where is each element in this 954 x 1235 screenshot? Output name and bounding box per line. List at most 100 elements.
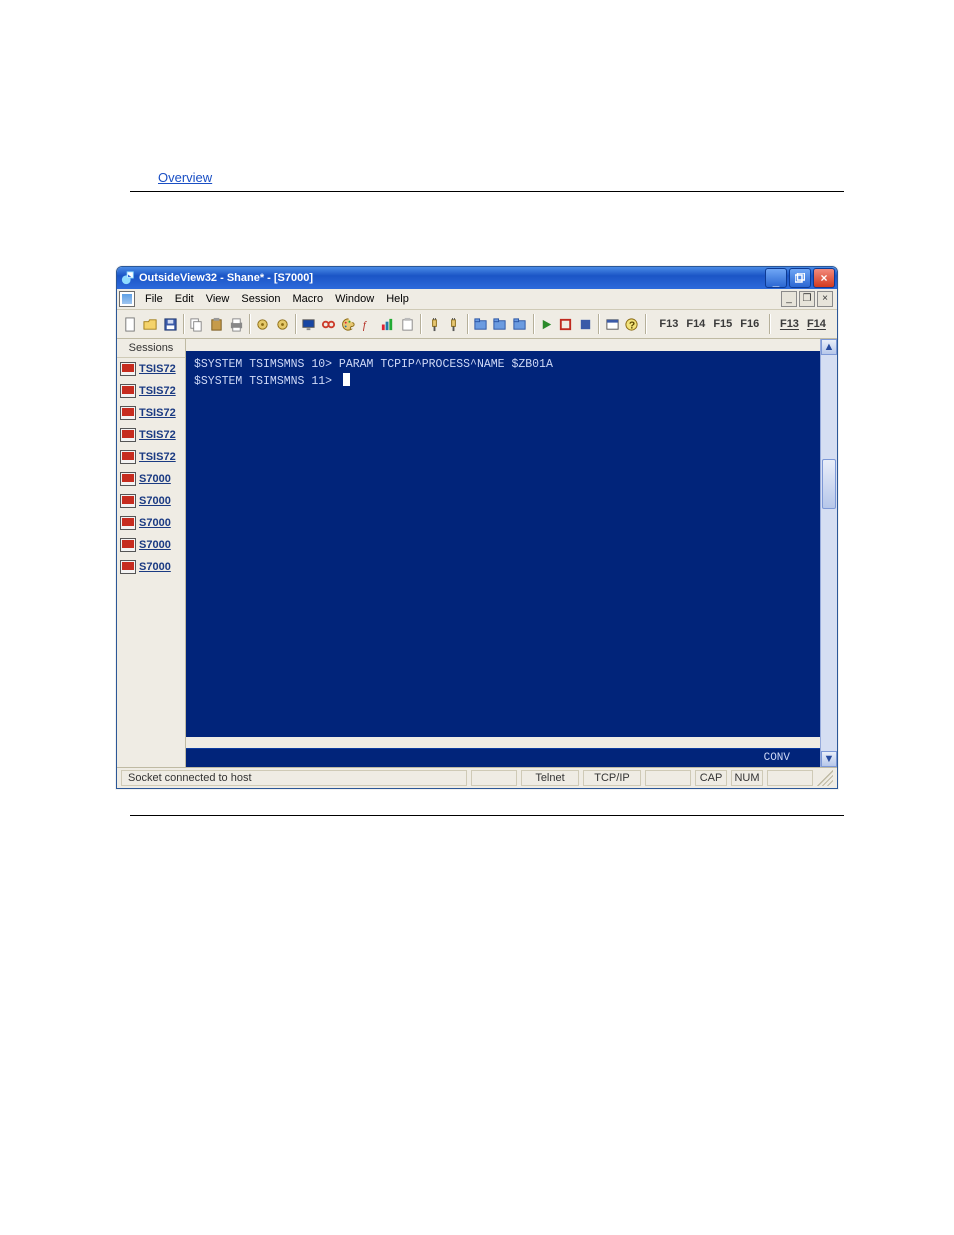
toolbar-separator: [645, 314, 646, 334]
fkey-f14-a[interactable]: F14: [683, 316, 708, 332]
status-bar: Socket connected to host Telnet TCP/IP C…: [117, 767, 837, 788]
box-icon[interactable]: [557, 312, 575, 336]
menu-item-file[interactable]: File: [139, 291, 169, 307]
status-empty-3: [767, 770, 813, 786]
function-icon[interactable]: f: [359, 312, 377, 336]
session-item[interactable]: S7000: [117, 534, 185, 556]
session-icon: [120, 494, 136, 508]
terminal[interactable]: $SYSTEM TSIMSMNS 10> PARAM TCPIP^PROCESS…: [186, 351, 820, 737]
session-icon: [120, 406, 136, 420]
tab-c-icon[interactable]: [511, 312, 529, 336]
session-item[interactable]: TSIS72: [117, 358, 185, 380]
session-item[interactable]: TSIS72: [117, 402, 185, 424]
menu-item-macro[interactable]: Macro: [287, 291, 330, 307]
session-icon: [120, 362, 136, 376]
client-area: Sessions TSIS72TSIS72TSIS72TSIS72TSIS72S…: [117, 339, 837, 767]
save-icon[interactable]: [161, 312, 179, 336]
session-label: S7000: [139, 495, 171, 507]
menu-item-help[interactable]: Help: [380, 291, 415, 307]
plug-b-icon[interactable]: [445, 312, 463, 336]
session-icon: [120, 516, 136, 530]
terminal-mode-indicator: CONV: [186, 748, 820, 767]
toolbar-separator: [249, 314, 250, 334]
copy-icon[interactable]: [188, 312, 206, 336]
session-label: S7000: [139, 517, 171, 529]
tab-a-icon[interactable]: [471, 312, 489, 336]
menu-item-view[interactable]: View: [200, 291, 236, 307]
toolbar-separator: [183, 314, 184, 334]
sessions-panel: Sessions TSIS72TSIS72TSIS72TSIS72TSIS72S…: [117, 339, 186, 767]
menu-bar: FileEditViewSessionMacroWindowHelp _ ❐ ×: [117, 289, 837, 310]
window-title: OutsideView32 - Shane* - [S7000]: [139, 272, 765, 284]
title-bar: OutsideView32 - Shane* - [S7000] _ ×: [117, 267, 837, 289]
menu-item-session[interactable]: Session: [235, 291, 286, 307]
session-item[interactable]: TSIS72: [117, 380, 185, 402]
fkey-f13-b[interactable]: F13: [777, 316, 802, 332]
toolbar: f?F13F14F15F16F13F14: [117, 310, 837, 339]
print-icon[interactable]: [227, 312, 245, 336]
session-icon: [120, 384, 136, 398]
palette-icon[interactable]: [340, 312, 358, 336]
app-icon: [121, 271, 135, 285]
status-message: Socket connected to host: [121, 770, 467, 786]
maximize-button[interactable]: [789, 268, 811, 288]
session-item[interactable]: TSIS72: [117, 424, 185, 446]
monitor-icon[interactable]: [300, 312, 318, 336]
status-protocol-1: Telnet: [521, 770, 579, 786]
plug-a-icon[interactable]: [425, 312, 443, 336]
scroll-down-button[interactable]: ▼: [821, 751, 837, 767]
tool-b-icon[interactable]: [274, 312, 292, 336]
session-label: S7000: [139, 473, 171, 485]
toolbar-separator: [467, 314, 468, 334]
mdi-close-button[interactable]: ×: [817, 291, 833, 307]
session-item[interactable]: S7000: [117, 490, 185, 512]
toolbar-separator: [295, 314, 296, 334]
status-cap: CAP: [695, 770, 727, 786]
terminal-cursor: [343, 373, 350, 386]
chart-icon[interactable]: [379, 312, 397, 336]
help-icon[interactable]: ?: [623, 312, 641, 336]
close-button[interactable]: ×: [813, 268, 835, 288]
tool-a-icon[interactable]: [254, 312, 272, 336]
connect-icon[interactable]: [320, 312, 338, 336]
halt-icon[interactable]: [577, 312, 595, 336]
scroll-up-button[interactable]: ▲: [821, 339, 837, 355]
fkey-f13-a[interactable]: F13: [656, 316, 681, 332]
scrollbar-track[interactable]: [821, 355, 837, 751]
doc-rule-top: [130, 191, 844, 192]
toolbar-separator: [769, 314, 770, 334]
svg-text:?: ?: [629, 320, 635, 331]
minimize-button[interactable]: _: [765, 268, 787, 288]
clipboard-icon[interactable]: [399, 312, 417, 336]
session-icon: [120, 560, 136, 574]
fkey-f16-a[interactable]: F16: [737, 316, 762, 332]
doc-link-overview[interactable]: Overview: [158, 170, 212, 185]
fkey-f15-a[interactable]: F15: [710, 316, 735, 332]
session-label: TSIS72: [139, 451, 176, 463]
sessions-header: Sessions: [117, 339, 185, 358]
mdi-minimize-button[interactable]: _: [781, 291, 797, 307]
status-num: NUM: [731, 770, 763, 786]
win-icon[interactable]: [603, 312, 621, 336]
vertical-scrollbar[interactable]: ▲ ▼: [820, 339, 837, 767]
toolbar-separator: [598, 314, 599, 334]
mdi-restore-button[interactable]: ❐: [799, 291, 815, 307]
scrollbar-thumb[interactable]: [822, 459, 836, 509]
session-item[interactable]: S7000: [117, 556, 185, 578]
session-item[interactable]: S7000: [117, 512, 185, 534]
fkey-f14-b[interactable]: F14: [804, 316, 829, 332]
open-icon[interactable]: [142, 312, 160, 336]
session-item[interactable]: TSIS72: [117, 446, 185, 468]
session-label: TSIS72: [139, 407, 176, 419]
session-icon: [120, 428, 136, 442]
menu-item-edit[interactable]: Edit: [169, 291, 200, 307]
toolbar-separator: [533, 314, 534, 334]
session-item[interactable]: S7000: [117, 468, 185, 490]
new-icon[interactable]: [122, 312, 140, 336]
run-icon[interactable]: [537, 312, 555, 336]
paste-icon[interactable]: [208, 312, 226, 336]
menu-item-window[interactable]: Window: [329, 291, 380, 307]
resize-grip[interactable]: [817, 770, 833, 786]
document-icon: [119, 291, 135, 307]
tab-b-icon[interactable]: [491, 312, 509, 336]
